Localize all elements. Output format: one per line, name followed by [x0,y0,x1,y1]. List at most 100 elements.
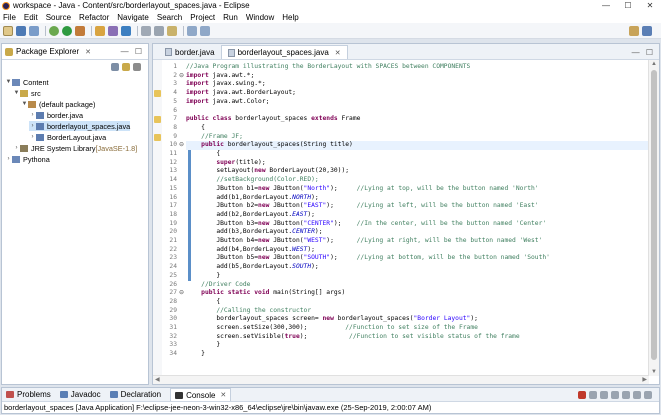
code-line[interactable]: { [186,124,205,133]
close-icon[interactable]: ✕ [335,49,341,57]
code-area[interactable]: //Java Program illustrating the BorderLa… [186,60,648,376]
menu-edit[interactable]: Edit [24,13,38,22]
code-line[interactable]: //Frame JF; [186,133,243,142]
tree-item[interactable]: ▼ src [13,88,41,98]
close-icon[interactable]: ✕ [220,391,226,399]
tree-item[interactable]: ▼ Content [5,77,49,87]
annotation-icon[interactable] [167,25,177,36]
code-line[interactable]: JButton b2=new JButton("EAST"); //Lying … [186,202,538,211]
tab-console[interactable]: Console ✕ [170,388,232,401]
code-line[interactable]: screen.setVisible(true); //Function to s… [186,333,519,342]
save-icon[interactable] [16,25,26,36]
menu-file[interactable]: File [3,13,16,22]
chevron-right-icon[interactable]: › [5,156,12,162]
new-package-icon[interactable] [108,25,118,36]
remove-launch-icon[interactable] [589,390,597,399]
editor-horizontal-scrollbar[interactable]: ◀ ▶ [153,375,649,384]
package-explorer-tab[interactable]: Package Explorer ✕ — ☐ [2,44,148,60]
debug-icon[interactable] [49,25,59,36]
code-line[interactable]: JButton b3=new JButton("CENTER"); //In t… [186,220,546,229]
menu-help[interactable]: Help [282,13,298,22]
new-icon[interactable] [3,25,13,36]
minimize-button[interactable]: — [595,1,617,10]
code-line[interactable]: add(b4,BorderLayout.WEST); [186,246,315,255]
code-line[interactable]: add(b1,BorderLayout.NORTH); [186,194,318,203]
code-line[interactable]: } [186,341,220,350]
tree-item[interactable]: › BorderLayout.java [29,132,107,142]
tab-declaration[interactable]: Declaration [109,390,161,399]
java-perspective-icon[interactable] [642,25,652,36]
close-icon[interactable]: ✕ [85,48,91,56]
code-line[interactable]: add(b5,BorderLayout.SOUTH); [186,263,318,272]
tree-item[interactable]: › JRE System Library [JavaSE-1.8] [13,143,138,153]
warning-marker-icon[interactable] [154,116,161,123]
new-class-icon[interactable] [121,25,131,36]
menu-navigate[interactable]: Navigate [117,13,149,22]
code-line[interactable]: JButton b5=new JButton("SOUTH"); //Lying… [186,254,550,263]
terminate-icon[interactable] [578,390,586,399]
menu-project[interactable]: Project [190,13,215,22]
code-line[interactable]: import java.awt.Color; [186,98,269,107]
editor-minmax-controls[interactable]: — ☐ [632,48,655,57]
warning-marker-icon[interactable] [154,134,161,141]
pin-console-icon[interactable] [622,390,630,399]
code-line[interactable]: //Calling the constructor [186,307,311,316]
chevron-right-icon[interactable]: › [29,134,36,140]
search-icon[interactable] [154,25,164,36]
code-line[interactable]: public borderlayout_spaces(String title) [186,141,353,150]
minimize-icon[interactable] [644,390,652,399]
tree-item[interactable]: › borderlayout_spaces.java [29,121,131,131]
chevron-right-icon[interactable]: › [13,145,20,151]
menu-source[interactable]: Source [46,13,71,22]
scroll-left-icon[interactable]: ◀ [155,376,160,383]
tab-problems[interactable]: Problems [6,390,51,399]
menu-run[interactable]: Run [223,13,238,22]
code-line[interactable]: //setBackground(Color.RED); [186,176,318,185]
save-all-icon[interactable] [29,25,39,36]
code-line[interactable]: public class borderlayout_spaces extends… [186,115,360,124]
code-line[interactable]: public static void main(String[] args) [186,289,345,298]
view-minmax-controls[interactable]: — ☐ [121,47,144,56]
view-menu-icon[interactable] [133,63,141,71]
menu-window[interactable]: Window [246,13,274,22]
tree-item[interactable]: › border.java [29,110,84,120]
code-line[interactable]: } [186,272,220,281]
run-icon[interactable] [62,25,72,36]
java-ee-perspective-icon[interactable] [629,25,639,36]
link-with-editor-icon[interactable] [122,63,130,71]
scroll-down-icon[interactable]: ▼ [649,369,659,375]
code-line[interactable]: add(b2,BorderLayout.EAST); [186,211,315,220]
code-line[interactable]: borderlayout_spaces screen= new borderla… [186,315,478,324]
clear-console-icon[interactable] [600,390,608,399]
forward-icon[interactable] [200,25,210,36]
chevron-down-icon[interactable]: ▼ [13,90,20,96]
code-line[interactable]: screen.setSize(300,300); //Function to s… [186,324,478,333]
code-line[interactable]: //Driver Code [186,281,250,290]
chevron-down-icon[interactable]: ▼ [5,79,12,85]
editor-tab-border-java[interactable]: border.java [159,45,221,59]
maximize-button[interactable]: ☐ [617,1,639,10]
code-line[interactable]: super(title); [186,159,265,168]
chevron-right-icon[interactable]: › [29,112,36,118]
code-line[interactable]: setLayout(new BorderLayout(20,30)); [186,167,349,176]
editor-tab-borderlayout-spaces-java[interactable]: borderlayout_spaces.java ✕ [220,45,348,59]
menu-refactor[interactable]: Refactor [79,13,109,22]
external-tools-icon[interactable] [75,25,85,36]
scroll-up-icon[interactable]: ▲ [649,61,659,67]
collapse-all-icon[interactable] [111,63,119,71]
display-console-icon[interactable] [633,390,641,399]
menu-search[interactable]: Search [157,13,182,22]
fold-toggle-icon[interactable]: ⊖ [179,289,184,298]
tab-javadoc[interactable]: Javadoc [59,390,101,399]
scroll-right-icon[interactable]: ▶ [642,376,647,383]
fold-toggle-icon[interactable]: ⊖ [179,72,184,81]
code-line[interactable]: } [186,350,205,359]
code-line[interactable]: import javax.swing.*; [186,80,266,89]
code-line[interactable]: { [186,298,220,307]
code-line[interactable]: import java.awt.BorderLayout; [186,89,296,98]
new-java-project-icon[interactable] [95,25,105,36]
tree-item[interactable]: › Pythona [5,154,50,164]
scroll-lock-icon[interactable] [611,390,619,399]
warning-marker-icon[interactable] [154,90,161,97]
editor-vertical-scrollbar[interactable]: ▲ ▼ [648,60,659,376]
